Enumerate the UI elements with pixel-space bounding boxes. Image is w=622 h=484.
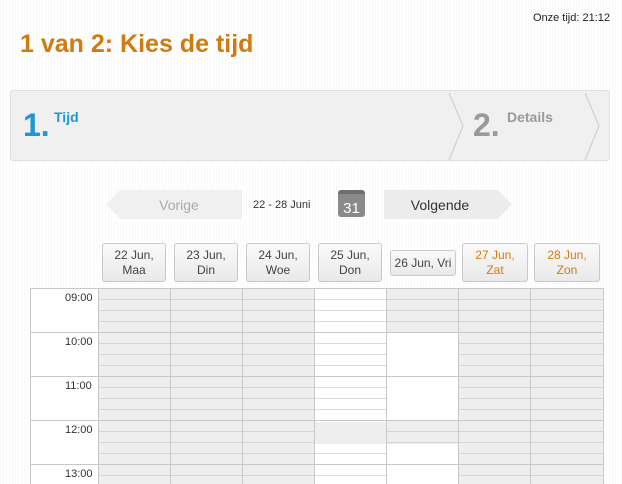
day-column-fri[interactable] <box>386 289 458 484</box>
step-number: 2. <box>473 107 500 143</box>
hour-divider <box>30 420 604 421</box>
chevron-right-icon <box>584 92 600 160</box>
day-date: 28 Jun, <box>547 248 587 262</box>
day-header-sat[interactable]: 27 Jun, Zat <box>462 243 528 282</box>
day-column-sat[interactable] <box>458 289 530 484</box>
day-header-thu[interactable]: 25 Jun, Don <box>318 243 382 282</box>
time-label: 09:00 <box>65 292 93 304</box>
day-column-tue[interactable] <box>170 289 242 484</box>
available-slot[interactable] <box>387 333 458 421</box>
calendar-day: 31 <box>343 200 360 217</box>
week-range: 22 - 28 Juni <box>253 199 311 211</box>
next-week-label: Volgende <box>410 197 470 213</box>
day-column-wed[interactable] <box>242 289 314 484</box>
next-week-button[interactable]: Volgende <box>384 190 514 219</box>
step-label: Details <box>507 109 553 125</box>
hour-divider <box>30 376 604 377</box>
day-date: 22 Jun, <box>114 248 154 262</box>
page-title: 1 van 2: Kies de tijd <box>20 30 254 58</box>
step-indicator: 1. Tijd 2. Details <box>10 90 610 161</box>
step-number: 1. <box>23 107 50 143</box>
time-label: 11:00 <box>65 380 92 392</box>
day-column-mon[interactable] <box>98 289 170 484</box>
time-grid: 09:00 10:00 11:00 12:00 13:00 <box>30 288 604 484</box>
day-date: 25 Jun, <box>330 248 370 262</box>
clock: Onze tijd: 21:12 <box>532 12 610 24</box>
day-weekday: Maa <box>122 263 146 277</box>
hour-divider <box>30 332 604 333</box>
unavailable-slot <box>315 422 386 444</box>
previous-week-button[interactable]: Vorige <box>106 190 242 219</box>
chevron-right-icon <box>448 92 464 160</box>
day-column-sun[interactable] <box>530 289 604 484</box>
day-column-thu[interactable] <box>314 289 386 484</box>
time-label: 12:00 <box>65 424 93 436</box>
day-date: 24 Jun, <box>258 248 298 262</box>
day-weekday: Woe <box>265 263 291 277</box>
day-weekday: Zon <box>556 263 578 277</box>
day-date: 27 Jun, <box>475 248 515 262</box>
day-weekday: Din <box>196 263 215 277</box>
calendar-icon[interactable]: 31 <box>338 190 365 217</box>
hour-divider <box>30 464 604 465</box>
day-date: 26 Jun, Vri <box>394 256 452 270</box>
day-header-mon[interactable]: 22 Jun, Maa <box>102 243 166 282</box>
day-date: 23 Jun, <box>186 248 226 262</box>
time-column: 09:00 10:00 11:00 12:00 13:00 <box>30 289 98 484</box>
day-header-sun[interactable]: 28 Jun, Zon <box>534 243 600 282</box>
time-label: 13:00 <box>65 468 93 480</box>
time-label: 10:00 <box>65 336 93 348</box>
day-weekday: Zat <box>486 263 504 277</box>
day-header-tue[interactable]: 23 Jun, Din <box>174 243 238 282</box>
step-label: Tijd <box>54 109 79 125</box>
day-header-fri[interactable]: 26 Jun, Vri <box>390 250 456 276</box>
week-navigation: Vorige 22 - 28 Juni 31 Volgende <box>106 190 516 220</box>
day-weekday: Don <box>338 263 361 277</box>
day-header-wed[interactable]: 24 Jun, Woe <box>246 243 310 282</box>
previous-week-label: Vorige <box>159 197 199 213</box>
